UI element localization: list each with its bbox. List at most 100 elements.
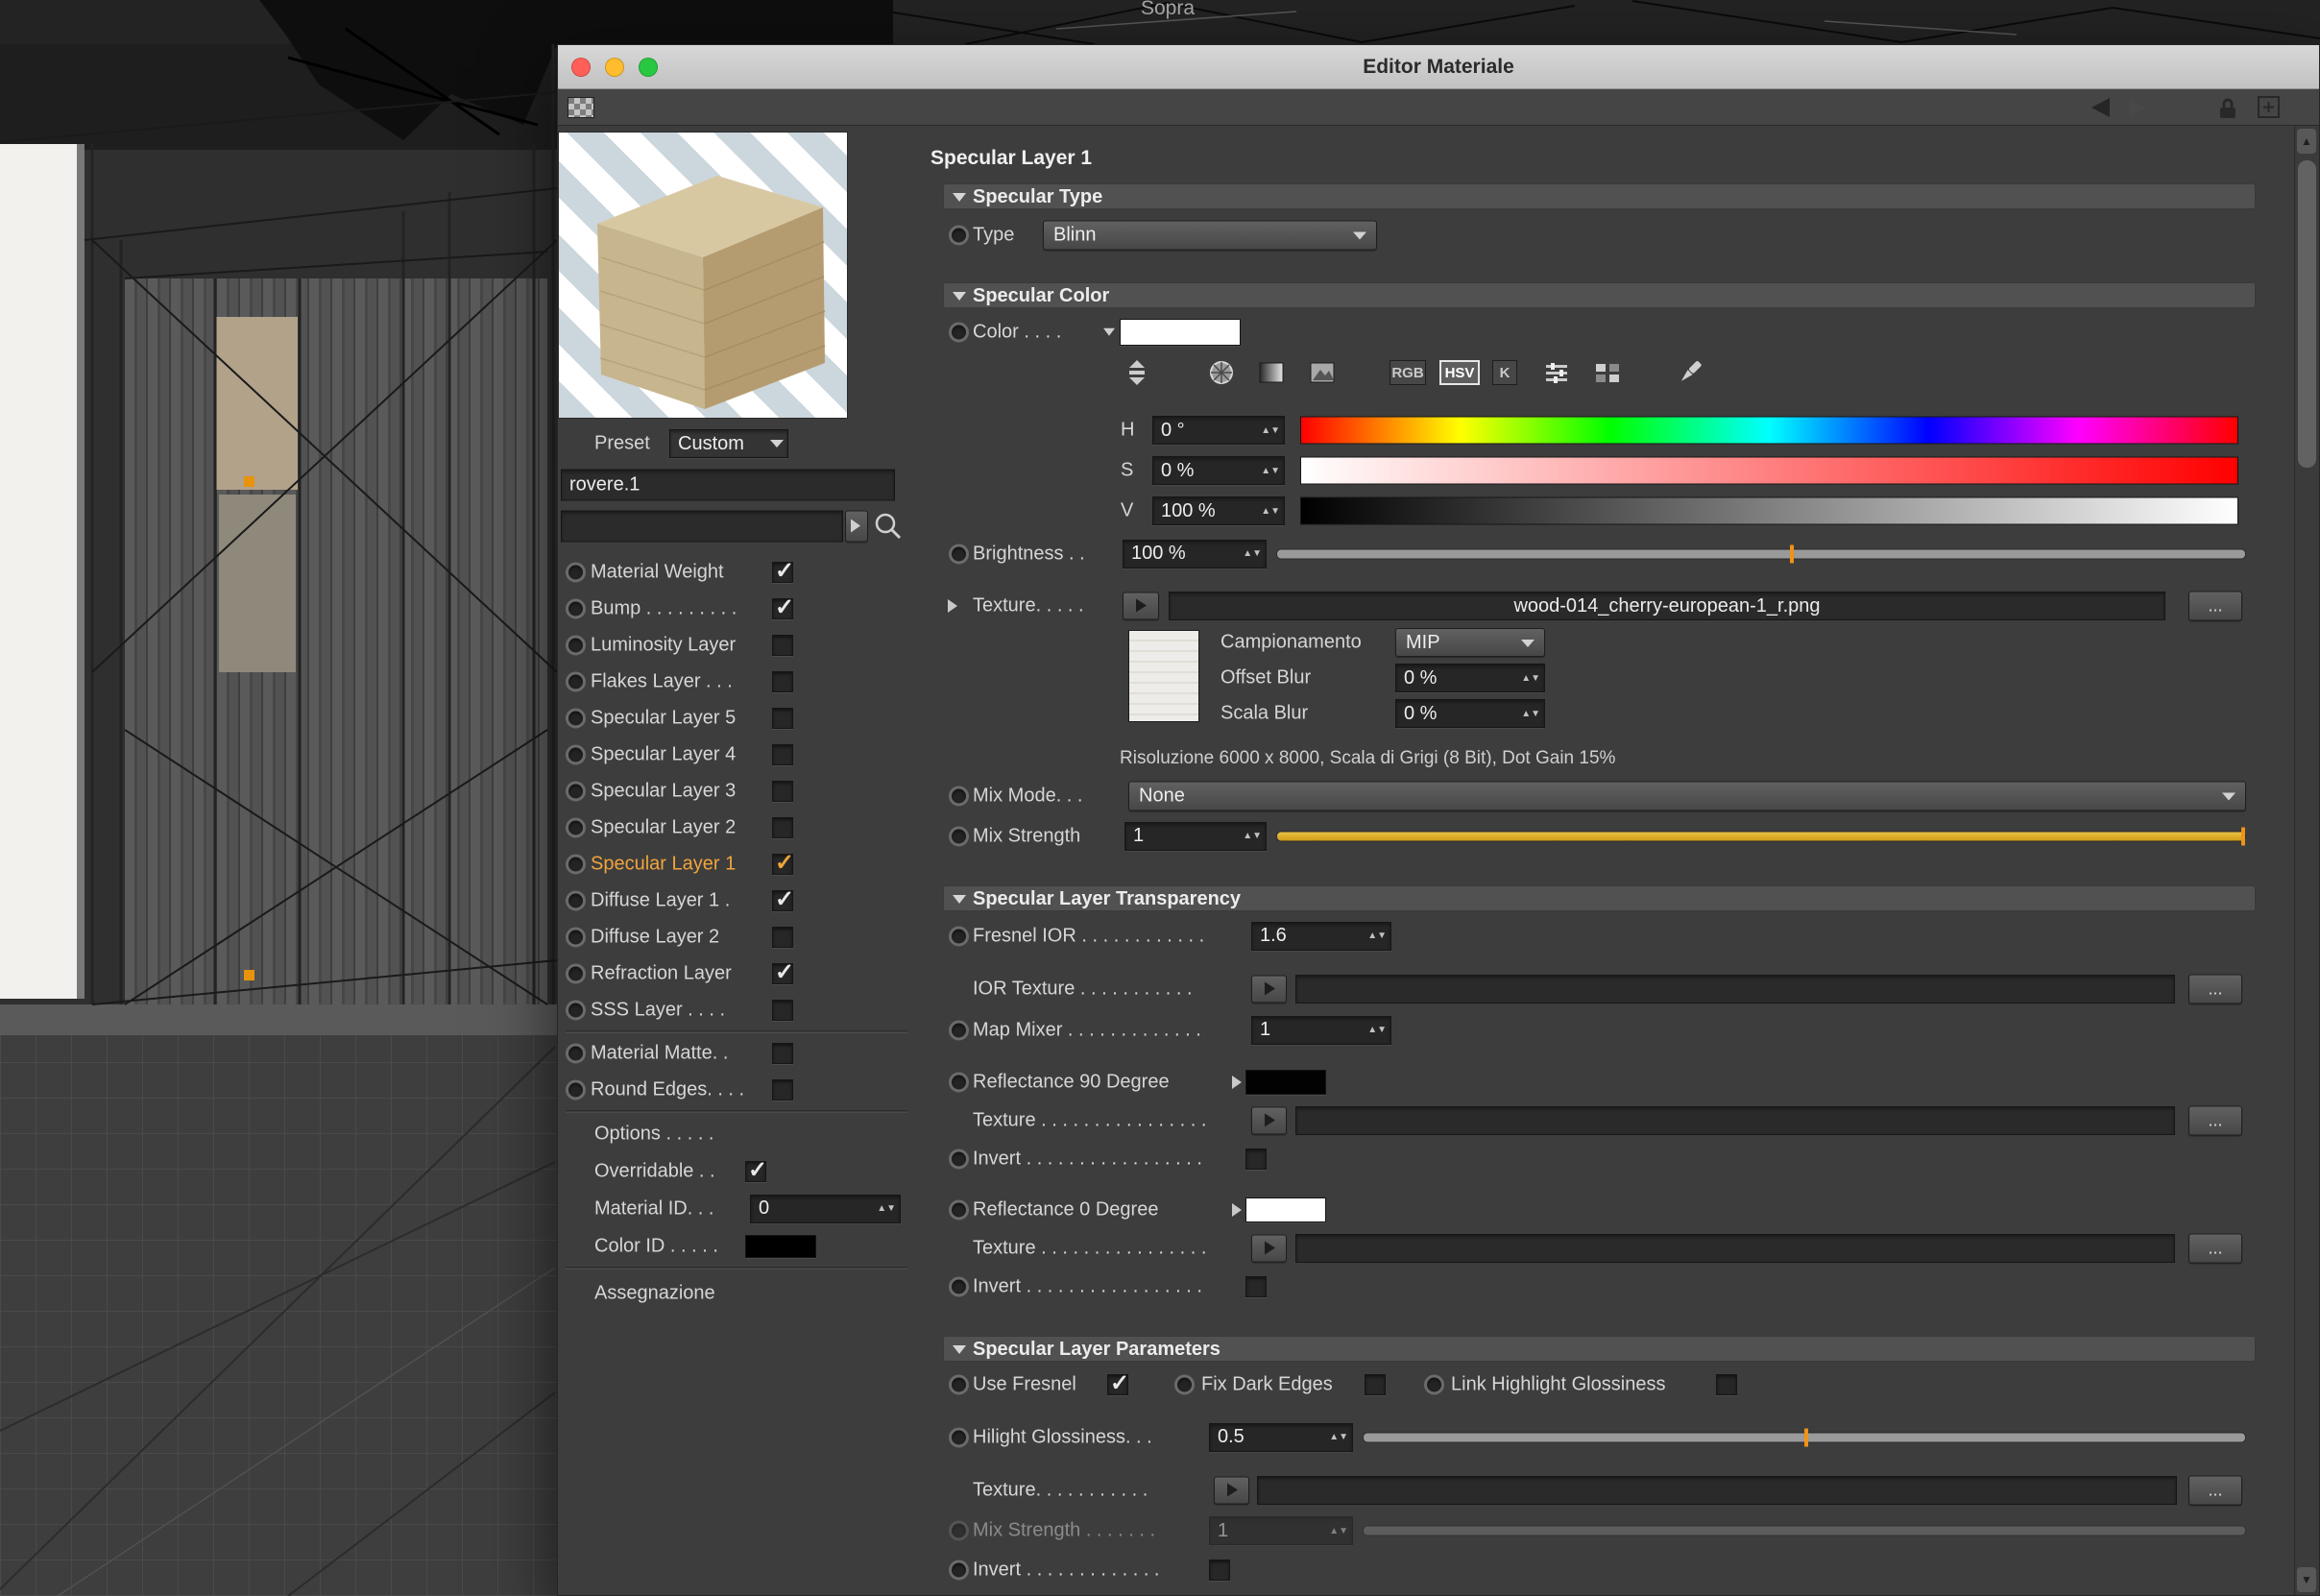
scroll-down-icon[interactable]: ▼ (2297, 1567, 2316, 1592)
link-highlight-checkbox[interactable] (1716, 1374, 1737, 1395)
key-radio[interactable] (949, 926, 969, 946)
browse-button[interactable]: ... (2188, 1475, 2242, 1505)
color-id-swatch[interactable] (745, 1235, 816, 1258)
s-field[interactable]: 0 % ▲▼ (1152, 456, 1285, 485)
eyedropper-icon[interactable] (1673, 357, 1705, 388)
channel-checkbox[interactable] (772, 781, 793, 802)
color-wheel-icon[interactable] (1207, 358, 1236, 387)
zoom-icon[interactable] (639, 58, 658, 77)
channel-radio[interactable] (566, 928, 586, 948)
channel-checkbox[interactable] (772, 635, 793, 656)
key-radio[interactable] (949, 1073, 969, 1093)
fix-dark-edges-checkbox[interactable] (1365, 1374, 1386, 1395)
stepper-icon[interactable]: ▲▼ (1257, 426, 1280, 435)
section-transparency[interactable]: Specular Layer Transparency (943, 885, 2256, 911)
preset-search-input[interactable] (561, 510, 843, 542)
key-radio[interactable] (949, 786, 969, 806)
vertical-scrollbar[interactable]: ▲ ▼ (2294, 126, 2319, 1595)
brightness-field[interactable]: 100 % ▲▼ (1123, 540, 1267, 568)
ior-texture-browse-button[interactable]: ... (2188, 974, 2242, 1004)
slider-handle[interactable] (2241, 827, 2245, 845)
channel-checkbox[interactable] (772, 890, 793, 911)
stepper-icon[interactable]: ▲▼ (1257, 467, 1280, 475)
channel-row-diffuse-1[interactable]: Diffuse Layer 1 . (558, 883, 915, 919)
saturation-gradient-bar[interactable] (1300, 457, 2238, 485)
channel-checkbox[interactable] (772, 598, 793, 619)
hilight-glossiness-slider[interactable] (1363, 1432, 2246, 1442)
chevron-down-icon[interactable] (1103, 328, 1115, 342)
rgb-mode-button[interactable]: RGB (1390, 360, 1426, 385)
use-fresnel-checkbox[interactable] (1107, 1374, 1128, 1395)
material-id-field[interactable]: 0 ▲▼ (750, 1195, 901, 1223)
channel-checkbox[interactable] (772, 562, 793, 583)
channel-radio[interactable] (566, 1044, 586, 1064)
channel-row-refraction[interactable]: Refraction Layer (558, 955, 915, 992)
hilight-glossiness-field[interactable]: 0.5 ▲▼ (1209, 1423, 1353, 1452)
invert-0-checkbox[interactable] (1245, 1276, 1267, 1297)
v-field[interactable]: 100 % ▲▼ (1152, 496, 1285, 525)
minimize-icon[interactable] (605, 58, 624, 77)
key-radio[interactable] (949, 1375, 969, 1395)
texture-file-field[interactable]: wood-014_cherry-european-1_r.png (1169, 592, 2165, 620)
channel-row-specular-4[interactable]: Specular Layer 4 (558, 737, 915, 773)
specular-color-swatch[interactable] (1120, 319, 1241, 346)
texture-menu-button[interactable] (1214, 1476, 1249, 1504)
stepper-icon[interactable]: ▲▼ (1517, 710, 1540, 718)
compact-mode-icon[interactable] (1123, 358, 1151, 387)
channel-radio[interactable] (566, 818, 586, 838)
key-radio[interactable] (949, 225, 969, 245)
preset-select[interactable]: Custom (669, 429, 788, 458)
channel-row-specular-3[interactable]: Specular Layer 3 (558, 773, 915, 810)
channel-checkbox[interactable] (772, 963, 793, 984)
reflectance-0-swatch[interactable] (1245, 1197, 1326, 1222)
hsv-mode-button[interactable]: HSV (1439, 360, 1480, 385)
channel-row-luminosity[interactable]: Luminosity Layer (558, 627, 915, 664)
channel-row-specular-5[interactable]: Specular Layer 5 (558, 700, 915, 737)
add-layer-icon[interactable] (2258, 96, 2281, 119)
texture-menu-button[interactable] (1251, 1106, 1287, 1134)
channel-checkbox[interactable] (772, 744, 793, 765)
channel-row-specular-1[interactable]: Specular Layer 1 (558, 846, 915, 883)
preset-search-icon[interactable] (873, 511, 904, 542)
key-radio[interactable] (1174, 1375, 1195, 1395)
reflectance-0-texture-field[interactable] (1295, 1234, 2175, 1263)
key-radio[interactable] (1424, 1375, 1444, 1395)
channel-row-bump[interactable]: Bump . . . . . . . . . (558, 591, 915, 627)
stepper-icon[interactable]: ▲▼ (1239, 549, 1262, 558)
stepper-icon[interactable]: ▲▼ (1364, 1026, 1387, 1034)
texture-preview-icon[interactable] (568, 97, 594, 118)
key-radio[interactable] (949, 544, 969, 564)
mix-mode-dropdown[interactable]: None (1128, 781, 2246, 810)
channel-row-diffuse-2[interactable]: Diffuse Layer 2 (558, 919, 915, 955)
channel-radio[interactable] (566, 563, 586, 583)
ior-texture-field[interactable] (1295, 975, 2175, 1004)
sampling-dropdown[interactable]: MIP (1395, 628, 1545, 657)
type-dropdown[interactable]: Blinn (1043, 220, 1377, 250)
swatches-icon[interactable] (1593, 358, 1622, 387)
key-radio[interactable] (949, 1020, 969, 1040)
section-specular-type[interactable]: Specular Type (943, 183, 2256, 209)
scale-blur-field[interactable]: 0 % ▲▼ (1395, 699, 1545, 728)
mix-strength-slider[interactable] (1276, 831, 2246, 841)
browse-button[interactable]: ... (2188, 1105, 2242, 1135)
value-gradient-bar[interactable] (1300, 497, 2238, 525)
channel-radio[interactable] (566, 964, 586, 984)
texture-menu-button[interactable] (1123, 592, 1159, 619)
fresnel-ior-field[interactable]: 1.6 ▲▼ (1251, 922, 1391, 951)
key-radio[interactable] (949, 1149, 969, 1170)
section-parameters[interactable]: Specular Layer Parameters (943, 1336, 2256, 1362)
channel-radio[interactable] (566, 782, 586, 802)
key-radio[interactable] (949, 1200, 969, 1221)
ior-texture-menu-button[interactable] (1251, 975, 1287, 1003)
channel-row-specular-2[interactable]: Specular Layer 2 (558, 810, 915, 846)
brightness-slider[interactable] (1276, 548, 2246, 559)
texture-menu-button[interactable] (1251, 1234, 1287, 1262)
channel-checkbox[interactable] (772, 1079, 793, 1100)
expand-icon[interactable] (948, 599, 964, 613)
channel-row-round-edges[interactable]: Round Edges. . . . (558, 1072, 915, 1108)
channel-checkbox[interactable] (772, 671, 793, 692)
k-mode-button[interactable]: K (1492, 360, 1517, 385)
stepper-icon[interactable]: ▲▼ (873, 1204, 896, 1213)
channel-radio[interactable] (566, 855, 586, 875)
channel-radio[interactable] (566, 599, 586, 619)
